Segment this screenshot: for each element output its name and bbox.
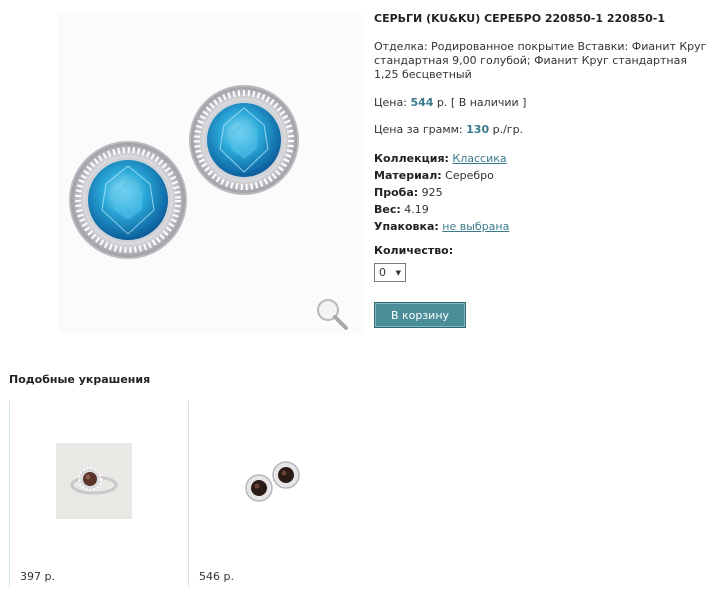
material-label: Материал: [374, 169, 442, 182]
package-label: Упаковка: [374, 220, 439, 233]
price-currency: р. [436, 96, 448, 109]
per-gram-value: 130 [466, 123, 490, 136]
zoom-icon[interactable] [314, 296, 350, 332]
collection-label: Коллекция: [374, 152, 449, 165]
price-label: Цена: [374, 96, 407, 109]
earrings-thumbnail[interactable] [239, 456, 309, 509]
package-link[interactable]: не выбрана [442, 220, 509, 233]
ring-thumbnail[interactable] [56, 443, 132, 522]
quantity-label: Количество: [374, 244, 454, 257]
collection-row: Коллекция: Классика [374, 150, 714, 167]
product-title: СЕРЬГИ (KU&KU) СЕРЕБРО 220850-1 220850-1 [374, 12, 665, 25]
price-line: Цена: 544 р. [ В наличии ] [374, 96, 714, 109]
weight-label: Вес: [374, 203, 401, 216]
price-per-gram-line: Цена за грамм: 130 р./гр. [374, 123, 714, 136]
similar-heading: Подобные украшения [9, 373, 151, 386]
collection-link[interactable]: Классика [452, 152, 506, 165]
product-image[interactable] [58, 14, 364, 334]
add-to-cart-button[interactable]: В корзину [374, 302, 466, 328]
product-description: Отделка: Родированное покрытие Вставки: … [374, 40, 707, 81]
similar-item-price: 546 р. [199, 570, 234, 583]
similar-item-price: 397 р. [20, 570, 55, 583]
package-row: Упаковка: не выбрана [374, 218, 714, 235]
quantity-value: 0 [379, 266, 386, 279]
per-gram-label: Цена за грамм: [374, 123, 463, 136]
probe-label: Проба: [374, 186, 419, 199]
material-value: Серебро [445, 169, 494, 182]
quantity-select[interactable]: 0 ▼ [374, 263, 406, 282]
similar-item[interactable]: 397 р. [10, 401, 188, 587]
weight-row: Вес: 4.19 [374, 201, 714, 218]
left-earring [69, 141, 187, 259]
material-row: Материал: Серебро [374, 167, 714, 184]
chevron-down-icon: ▼ [395, 268, 401, 277]
product-info: СЕРЬГИ (KU&KU) СЕРЕБРО 220850-1 220850-1… [374, 12, 714, 328]
weight-value: 4.19 [404, 203, 429, 216]
probe-row: Проба: 925 [374, 184, 714, 201]
price-value: 544 [410, 96, 434, 109]
probe-value: 925 [421, 186, 443, 199]
availability-status: [ В наличии ] [450, 96, 527, 109]
earrings-image [69, 85, 299, 259]
per-gram-unit: р./гр. [492, 123, 524, 136]
right-earring [189, 85, 299, 195]
similar-item[interactable]: 546 р. [189, 401, 367, 587]
